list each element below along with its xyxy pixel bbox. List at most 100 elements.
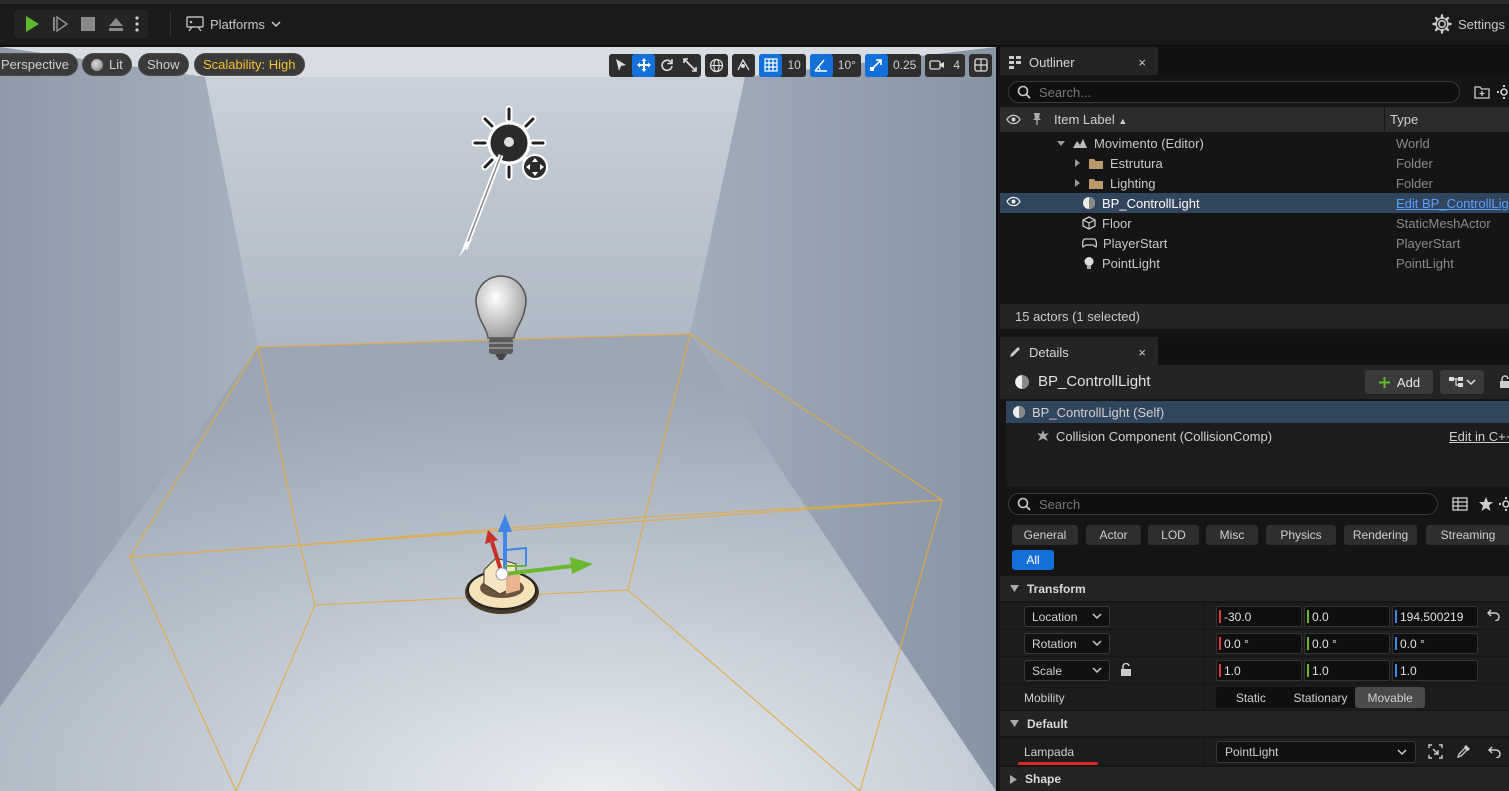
camera-speed-value[interactable]: 4: [948, 58, 965, 72]
rotation-snap-toggle[interactable]: [809, 53, 833, 77]
lock-icon[interactable]: [1498, 375, 1509, 389]
shape-section-header[interactable]: Shape: [1000, 767, 1509, 791]
add-component-button[interactable]: Add: [1365, 370, 1433, 394]
transform-section-header[interactable]: Transform: [1000, 576, 1509, 601]
visibility-column-icon[interactable]: [1006, 114, 1021, 125]
tab-details[interactable]: Details ×: [1000, 337, 1158, 365]
edit-in-cpp-link[interactable]: Edit in C++: [1449, 429, 1509, 444]
reset-to-default-icon[interactable]: [1487, 609, 1500, 621]
more-options-button[interactable]: [130, 10, 144, 38]
item-label-column[interactable]: Item Label ▲: [1054, 112, 1127, 127]
scale-icon: [683, 58, 697, 72]
mobility-stationary-option[interactable]: Stationary: [1286, 687, 1356, 708]
details-search-input[interactable]: Search: [1008, 493, 1438, 515]
tree-row-pointlight[interactable]: PointLight PointLight: [1000, 253, 1509, 273]
category-all[interactable]: All: [1012, 550, 1054, 570]
edit-blueprint-link[interactable]: Edit BP_ControllLight: [1396, 196, 1509, 211]
category-general[interactable]: General: [1012, 525, 1078, 545]
tree-row-playerstart[interactable]: PlayerStart PlayerStart: [1000, 233, 1509, 253]
details-close-icon[interactable]: ×: [1138, 345, 1146, 360]
platforms-menu[interactable]: Platforms: [186, 13, 281, 35]
rotation-dropdown[interactable]: Rotation: [1024, 633, 1110, 654]
tree-row-folder-lighting[interactable]: Lighting Folder: [1000, 173, 1509, 193]
add-folder-icon[interactable]: [1474, 85, 1490, 99]
expanded-caret-icon[interactable]: [1056, 138, 1066, 148]
rotation-z-field[interactable]: 0.0 °: [1392, 633, 1478, 654]
rotate-mode-button[interactable]: [655, 54, 678, 77]
table-view-icon[interactable]: [1452, 497, 1468, 511]
tree-row-bp-controlllight[interactable]: BP_ControllLight Edit BP_ControllLight: [1000, 193, 1509, 213]
location-dropdown[interactable]: Location: [1024, 606, 1110, 627]
location-y-field[interactable]: 0.0: [1304, 606, 1390, 627]
scale-mode-button[interactable]: [678, 54, 701, 77]
outliner-settings-icon[interactable]: [1496, 84, 1509, 100]
stop-button[interactable]: [74, 10, 102, 38]
rotation-snap-value[interactable]: 10°: [833, 58, 861, 72]
play-button[interactable]: [18, 10, 46, 38]
pin-column-icon[interactable]: [1032, 112, 1042, 126]
collapsed-caret-icon[interactable]: [1072, 158, 1082, 168]
type-column[interactable]: Type: [1390, 112, 1418, 127]
scale-z-field[interactable]: 1.0: [1392, 660, 1478, 681]
details-settings-icon[interactable]: [1498, 496, 1509, 512]
scalability-button[interactable]: Scalability: High: [194, 53, 305, 76]
scale-snap-toggle[interactable]: [864, 53, 888, 77]
property-divider: [1204, 630, 1205, 657]
location-z-field[interactable]: 194.500219: [1392, 606, 1478, 627]
scale-y-value: 1.0: [1312, 663, 1329, 678]
tree-row-world[interactable]: Movimento (Editor) World: [1000, 133, 1509, 153]
viewport-layout-button[interactable]: [969, 53, 992, 77]
visibility-eye-icon[interactable]: [1006, 196, 1021, 207]
translate-mode-button[interactable]: [632, 53, 656, 77]
lampada-object-picker[interactable]: PointLight: [1216, 741, 1416, 763]
chevron-down-icon: [1092, 640, 1102, 647]
category-actor[interactable]: Actor: [1086, 525, 1141, 545]
collapsed-caret-icon[interactable]: [1072, 178, 1082, 188]
view-mode-button[interactable]: Lit: [82, 53, 132, 76]
outliner-icon: [1009, 56, 1021, 69]
reset-to-default-icon[interactable]: [1488, 746, 1501, 758]
column-divider[interactable]: [1384, 107, 1385, 132]
mobility-static-option[interactable]: Static: [1216, 687, 1286, 708]
scale-dropdown[interactable]: Scale: [1024, 660, 1110, 681]
rotation-x-field[interactable]: 0.0 °: [1216, 633, 1302, 654]
component-row-self[interactable]: BP_ControllLight (Self): [1006, 401, 1509, 423]
surface-snap-button[interactable]: [732, 53, 756, 77]
advance-frame-button[interactable]: [46, 10, 74, 38]
show-button[interactable]: Show: [138, 53, 189, 76]
mobility-movable-option[interactable]: Movable: [1355, 687, 1426, 708]
camera-speed-button[interactable]: [925, 54, 948, 77]
rotation-y-field[interactable]: 0.0 °: [1304, 633, 1390, 654]
grid-snap-value[interactable]: 10: [782, 58, 805, 72]
eyedropper-icon[interactable]: [1456, 744, 1471, 759]
actor-name[interactable]: BP_ControllLight: [1038, 373, 1151, 390]
default-section-header[interactable]: Default: [1000, 711, 1509, 736]
outliner-search-input[interactable]: Search...: [1008, 81, 1460, 103]
category-lod[interactable]: LOD: [1148, 525, 1199, 545]
grid-snap-toggle[interactable]: [759, 53, 783, 77]
scale-x-field[interactable]: 1.0: [1216, 660, 1302, 681]
world-local-toggle[interactable]: [705, 53, 729, 77]
browse-to-asset-icon[interactable]: [1428, 744, 1443, 759]
level-viewport[interactable]: Perspective Lit Show Scalability: High 1…: [0, 47, 996, 791]
category-physics[interactable]: Physics: [1266, 525, 1336, 545]
favorites-star-icon[interactable]: [1478, 496, 1494, 512]
component-row-collision[interactable]: Collision Component (CollisionComp) Edit…: [1006, 425, 1509, 447]
perspective-button[interactable]: Perspective: [0, 53, 78, 76]
unlock-ratio-icon[interactable]: [1120, 663, 1132, 677]
settings-menu[interactable]: Settings: [1432, 13, 1505, 35]
category-misc[interactable]: Misc: [1206, 525, 1258, 545]
scale-y-field[interactable]: 1.0: [1304, 660, 1390, 681]
scale-snap-value[interactable]: 0.25: [888, 58, 921, 72]
category-streaming[interactable]: Streaming: [1426, 525, 1509, 545]
tree-row-floor[interactable]: Floor StaticMeshActor: [1000, 213, 1509, 233]
tab-outliner[interactable]: Outliner ×: [1000, 47, 1158, 75]
select-mode-button[interactable]: [609, 54, 632, 77]
outliner-close-icon[interactable]: ×: [1138, 55, 1146, 70]
location-x-field[interactable]: -30.0: [1216, 606, 1302, 627]
tree-row-folder-estrutura[interactable]: Estrutura Folder: [1000, 153, 1509, 173]
blueprint-options-button[interactable]: [1440, 370, 1484, 394]
category-rendering[interactable]: Rendering: [1344, 525, 1417, 545]
mobility-label: Mobility: [1024, 691, 1065, 705]
eject-button[interactable]: [102, 10, 130, 38]
